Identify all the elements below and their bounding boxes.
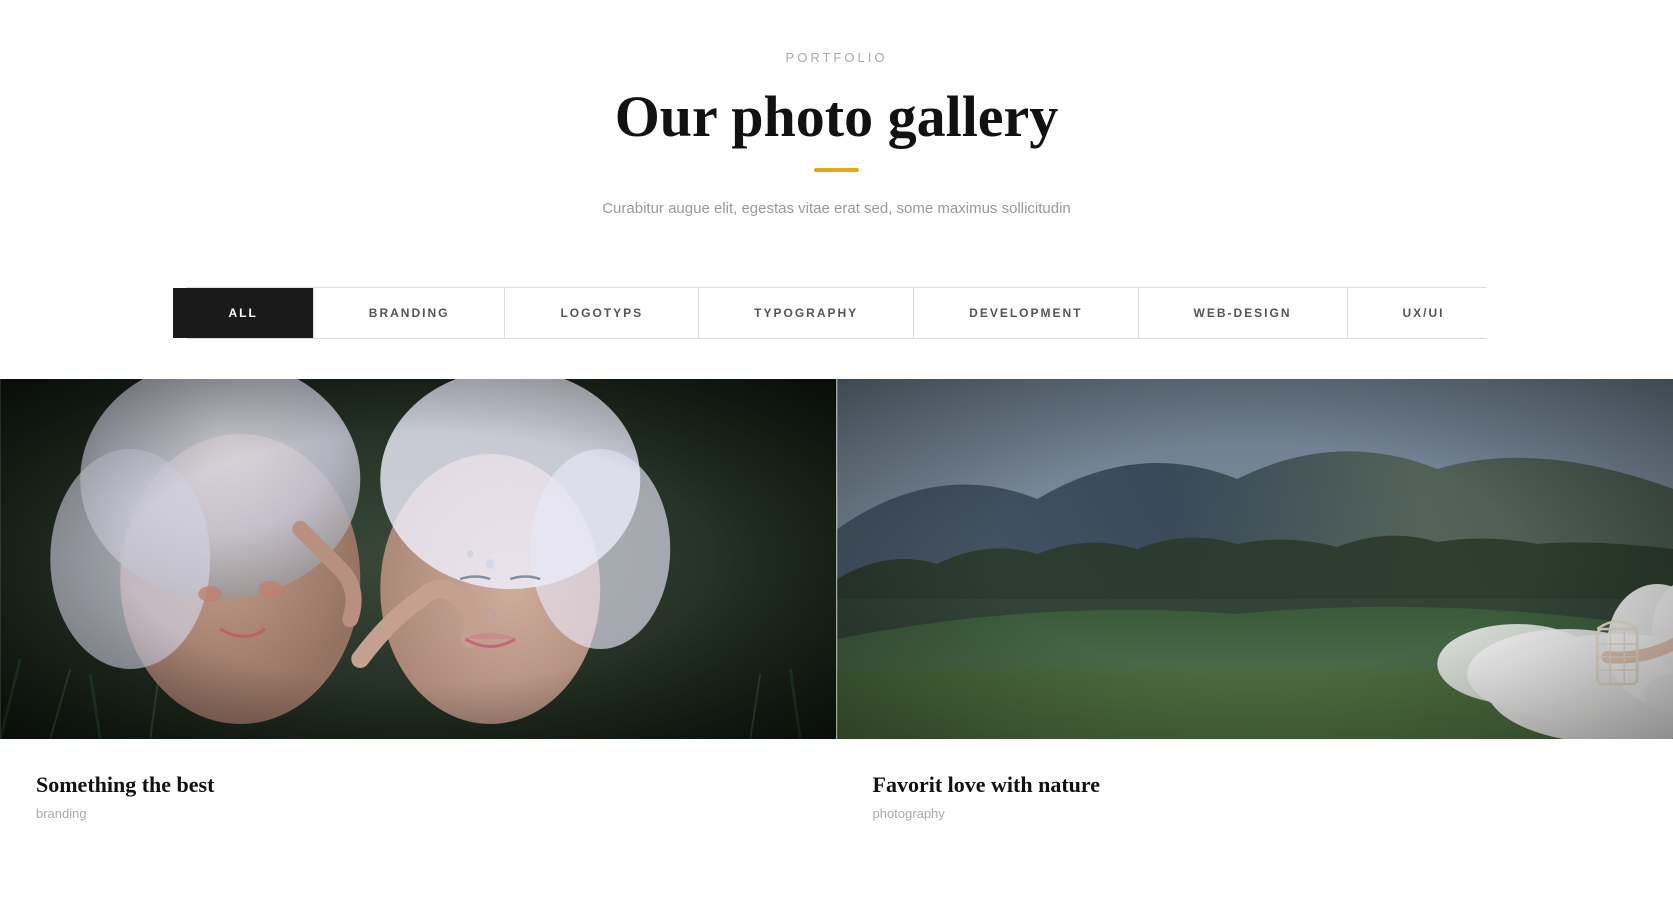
gallery-caption-1: Something the best branding [0, 744, 837, 853]
gallery-image-1 [0, 379, 837, 739]
tab-branding[interactable]: BRANDING [314, 288, 506, 338]
gallery-item-2[interactable]: Favorit love with nature photography [837, 379, 1673, 853]
filter-tabs: ALL BRANDING LOGOTYPS TYPOGRAPHY DEVELOP… [187, 287, 1487, 339]
page-title: Our photo gallery [20, 83, 1653, 150]
gallery-item-title-1: Something the best [36, 772, 801, 798]
gallery-grid: Something the best branding [0, 379, 1673, 853]
tab-ux-ui[interactable]: UX/UI [1348, 288, 1500, 338]
tab-web-design[interactable]: WEB-DESIGN [1139, 288, 1348, 338]
accent-divider [814, 168, 859, 172]
gallery-caption-2: Favorit love with nature photography [837, 744, 1673, 853]
gallery-item-title-2: Favorit love with nature [873, 772, 1638, 798]
gallery-item-1[interactable]: Something the best branding [0, 379, 837, 853]
portfolio-label: PORTFOLIO [20, 50, 1653, 65]
gallery-item-category-1: branding [36, 806, 801, 821]
tab-all[interactable]: ALL [173, 288, 313, 338]
gallery-image-2 [837, 379, 1673, 739]
gallery-item-category-2: photography [873, 806, 1638, 821]
tab-development[interactable]: DEVELOPMENT [914, 288, 1138, 338]
tab-logotyps[interactable]: LOGOTYPS [505, 288, 699, 338]
subtitle-text: Curabitur augue elit, egestas vitae erat… [20, 200, 1653, 217]
tab-typography[interactable]: TYPOGRAPHY [699, 288, 914, 338]
header-section: PORTFOLIO Our photo gallery Curabitur au… [0, 0, 1673, 287]
